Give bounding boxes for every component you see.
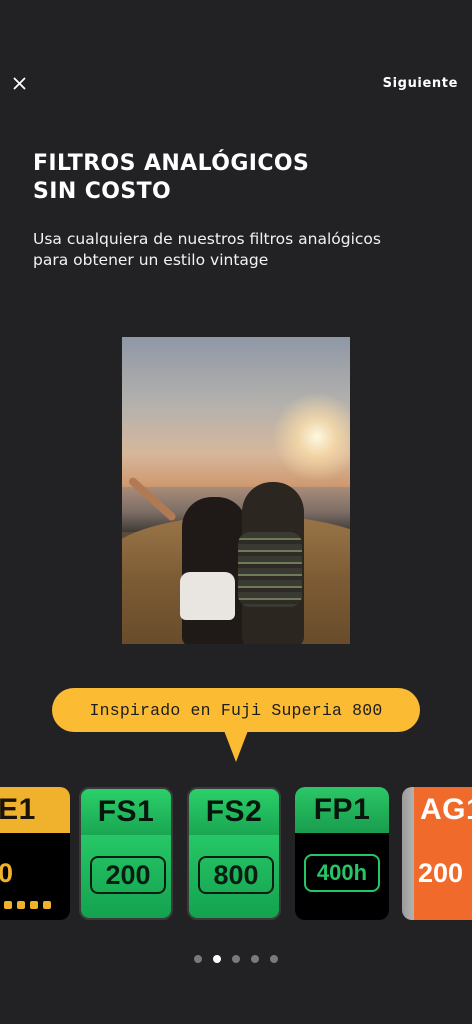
filter-dots — [0, 901, 51, 909]
close-icon — [13, 77, 26, 90]
page-dot-active[interactable] — [213, 955, 221, 963]
filter-code: FS1 — [81, 789, 171, 835]
photo-sun — [272, 392, 350, 482]
filter-code: FP1 — [295, 787, 389, 833]
filter-tooltip-pointer — [223, 728, 249, 762]
filter-iso: 200 — [90, 856, 166, 894]
filter-code: FS2 — [189, 789, 279, 835]
page-dot[interactable] — [251, 955, 259, 963]
filter-code: KE1 — [0, 787, 70, 833]
page-title-line-1: FILTROS ANALÓGICOS — [33, 151, 310, 176]
filter-tooltip-text: Inspirado en Fuji Superia 800 — [89, 700, 383, 720]
filter-card-fs2[interactable]: FS2 800 — [187, 787, 281, 920]
page-dot[interactable] — [194, 955, 202, 963]
filter-carousel[interactable]: KE1 200 FS1 200 FS2 800 FP1 400h AG1 200 — [0, 787, 472, 922]
filter-iso: 400h — [304, 854, 380, 892]
filter-card-fp1[interactable]: FP1 400h — [295, 787, 389, 920]
onboarding-screen: Siguiente FILTROS ANALÓGICOS SIN COSTO U… — [0, 0, 472, 1024]
page-indicator — [0, 955, 472, 965]
page-title: FILTROS ANALÓGICOS SIN COSTO — [33, 150, 453, 206]
filter-code: AG1 — [414, 787, 472, 833]
page-title-line-2: SIN COSTO — [33, 179, 172, 204]
page-dot[interactable] — [270, 955, 278, 963]
filter-iso: 800 — [198, 856, 274, 894]
page-subtitle-line-1: Usa cualquiera de nuestros filtros analó… — [33, 230, 381, 248]
close-button[interactable] — [10, 74, 30, 94]
filter-card-ke1[interactable]: KE1 200 — [0, 787, 70, 920]
next-button[interactable]: Siguiente — [383, 76, 458, 91]
filter-tooltip: Inspirado en Fuji Superia 800 — [52, 688, 420, 732]
filter-iso: 200 — [0, 857, 14, 888]
photo-shirt — [180, 572, 235, 620]
filter-card-ag1[interactable]: AG1 200 — [402, 787, 472, 920]
filter-preview-photo — [122, 337, 350, 644]
page-dot[interactable] — [232, 955, 240, 963]
top-bar: Siguiente — [0, 70, 472, 100]
page-subtitle-line-2: para obtener un estilo vintage — [33, 251, 269, 269]
filter-iso: 200 — [418, 857, 464, 888]
photo-sweater — [238, 532, 302, 607]
page-subtitle: Usa cualquiera de nuestros filtros analó… — [33, 229, 443, 271]
filter-card-fs1[interactable]: FS1 200 — [79, 787, 173, 920]
